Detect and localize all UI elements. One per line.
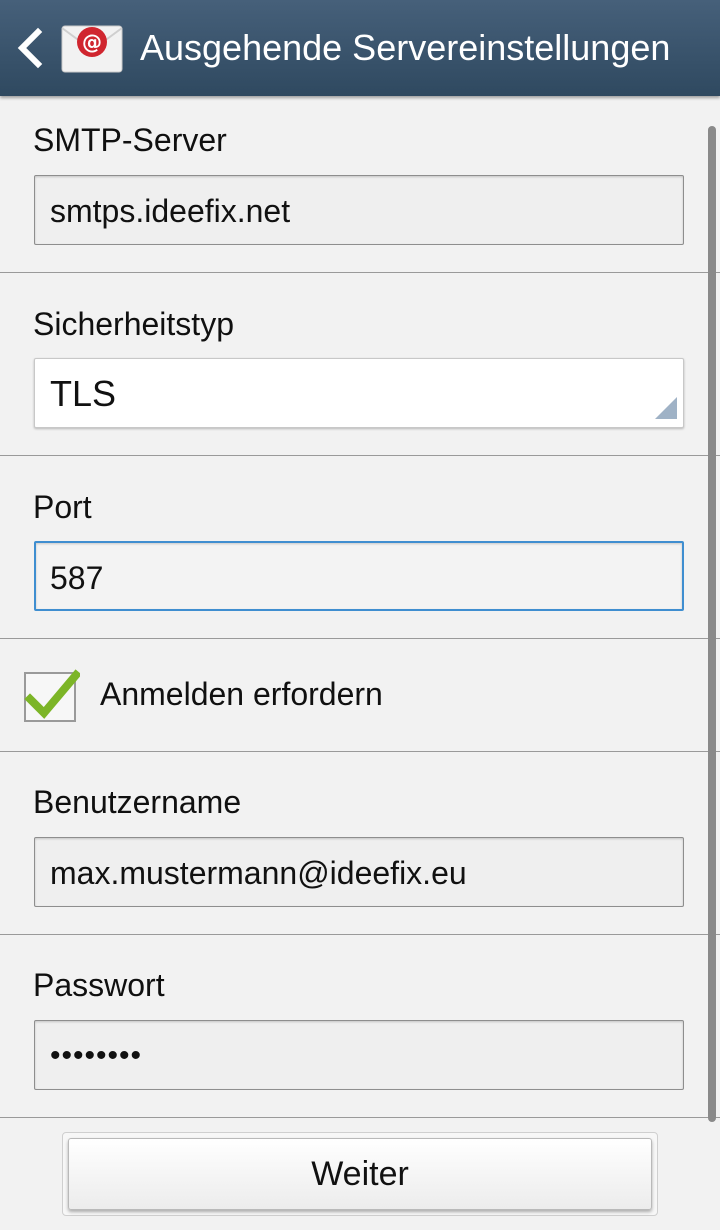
email-app-icon: @ [60, 20, 124, 76]
password-label: Passwort [33, 967, 165, 1003]
security-type-label: Sicherheitstyp [33, 306, 234, 342]
page-title: Ausgehende Servereinstellungen [140, 27, 671, 68]
require-signin-checkbox[interactable] [24, 669, 82, 722]
require-signin-label: Anmelden erfordern [100, 676, 383, 712]
chevron-left-icon [17, 27, 43, 69]
smtp-server-label: SMTP-Server [33, 122, 227, 158]
back-button[interactable] [14, 24, 46, 72]
action-bar: @ Ausgehende Servereinstellungen [0, 0, 720, 96]
dropdown-corner-icon [655, 397, 677, 419]
scrollbar[interactable] [708, 126, 716, 1122]
next-button[interactable]: Weiter [68, 1138, 652, 1210]
username-label: Benutzername [33, 784, 242, 820]
checkmark-icon [24, 669, 82, 722]
password-input[interactable]: •••••••• [34, 1020, 684, 1090]
security-type-value: TLS [50, 373, 117, 414]
port-input[interactable]: 587 [34, 541, 684, 611]
security-type-select[interactable]: TLS [34, 358, 684, 428]
smtp-server-input[interactable]: smtps.ideefix.net [34, 175, 684, 245]
svg-text:@: @ [82, 30, 102, 54]
port-label: Port [33, 489, 92, 525]
username-input[interactable]: max.mustermann@ideefix.eu [34, 837, 684, 907]
